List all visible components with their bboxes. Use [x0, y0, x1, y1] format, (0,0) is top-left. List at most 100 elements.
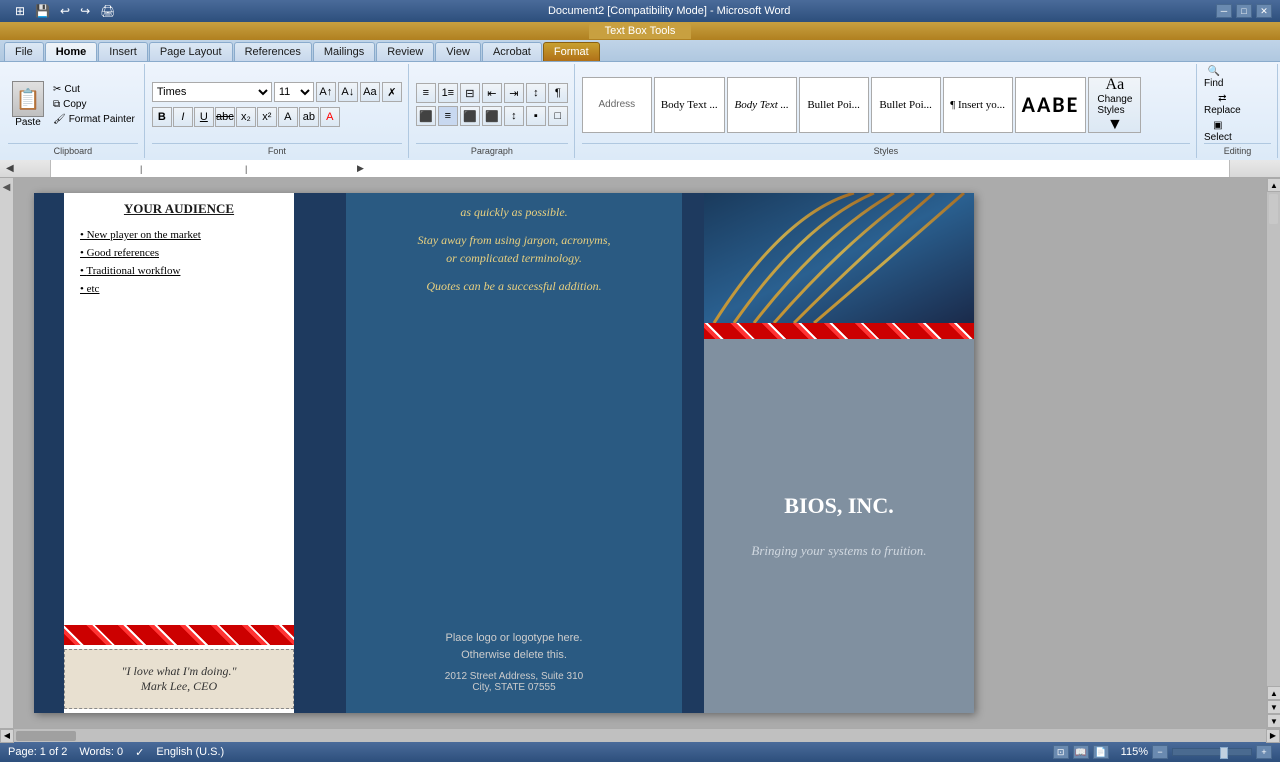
borders-btn[interactable]: □ — [548, 106, 568, 126]
sort-btn[interactable]: ↕ — [526, 83, 546, 103]
zoom-in-btn[interactable]: + — [1256, 745, 1272, 759]
ribbon-tabs[interactable]: File Home Insert Page Layout References … — [0, 40, 1280, 61]
strikethrough-btn[interactable]: abc — [215, 107, 235, 127]
bullet-3: • Traditional workflow — [72, 265, 286, 277]
minimize-btn[interactable]: ─ — [1216, 4, 1232, 18]
copy-button[interactable]: ⧉ Copy — [50, 98, 138, 111]
context-tab-label: Text Box Tools — [589, 23, 692, 39]
italic-btn[interactable]: I — [173, 107, 193, 127]
bullets-btn[interactable]: ≡ — [416, 83, 436, 103]
text-effect-btn[interactable]: A — [278, 107, 298, 127]
maximize-btn[interactable]: □ — [1236, 4, 1252, 18]
superscript-btn[interactable]: x² — [257, 107, 277, 127]
numbering-btn[interactable]: 1≡ — [438, 83, 458, 103]
increase-indent-btn[interactable]: ⇥ — [504, 83, 524, 103]
quote-box[interactable]: "I love what I'm doing."Mark Lee, CEO — [64, 649, 294, 709]
scroll-up-btn[interactable]: ▲ — [1267, 178, 1280, 192]
font-size-select[interactable]: 11 — [274, 82, 314, 102]
tab-mailings[interactable]: Mailings — [313, 42, 375, 61]
context-tab-bar: Text Box Tools — [0, 22, 1280, 40]
change-styles-button[interactable]: Aa ChangeStyles ▼ — [1088, 77, 1141, 133]
clipboard-group-label: Clipboard — [8, 143, 138, 156]
style-bullet-poi-1[interactable]: Bullet Poi... — [799, 77, 869, 133]
style-body-text-1[interactable]: Body Text ... — [654, 77, 725, 133]
address-text: 2012 Street Address, Suite 310 City, STA… — [372, 671, 656, 693]
close-btn[interactable]: ✕ — [1256, 4, 1272, 18]
align-right-btn[interactable]: ⬛ — [460, 106, 480, 126]
decrease-indent-btn[interactable]: ⇤ — [482, 83, 502, 103]
h-scroll-thumb[interactable] — [16, 731, 76, 741]
panel-middle-stripe-left — [324, 193, 346, 713]
status-left: Page: 1 of 2 Words: 0 ✓ English (U.S.) — [8, 746, 224, 759]
scroll-left-btn[interactable]: ◀ — [0, 729, 14, 743]
scroll-thumb-top[interactable] — [1269, 194, 1278, 224]
scroll-page-up-btn[interactable]: ▲ — [1267, 686, 1280, 700]
font-group-label: Font — [152, 143, 402, 156]
save-btn[interactable]: 💾 — [32, 3, 53, 19]
find-button[interactable]: 🔍 Find — [1204, 66, 1223, 89]
undo-btn[interactable]: ↩ — [57, 3, 73, 19]
vertical-scrollbar[interactable]: ▲ ▲ ▼ ▼ — [1266, 178, 1280, 728]
zoom-out-btn[interactable]: − — [1152, 745, 1168, 759]
font-color-btn[interactable]: A — [320, 107, 340, 127]
panel-right-gray: BIOS, INC. Bringing your systems to frui… — [704, 339, 974, 713]
language: English (U.S.) — [156, 746, 224, 759]
font-name-select[interactable]: Times — [152, 82, 272, 102]
style-insert[interactable]: ¶ Insert yo... — [943, 77, 1013, 133]
status-right: ⊡ 📖 📄 115% − + — [1053, 745, 1272, 759]
scroll-page-down-btn[interactable]: ▼ — [1267, 700, 1280, 714]
bold-btn[interactable]: B — [152, 107, 172, 127]
view-reading-btn[interactable]: 📖 — [1073, 745, 1089, 759]
redo-btn[interactable]: ↪ — [77, 3, 93, 19]
tab-acrobat[interactable]: Acrobat — [482, 42, 542, 61]
tab-file[interactable]: File — [4, 42, 44, 61]
horizontal-scrollbar[interactable]: ◀ ▶ — [0, 728, 1280, 742]
tab-view[interactable]: View — [435, 42, 481, 61]
tab-review[interactable]: Review — [376, 42, 434, 61]
style-aabe[interactable]: AABE — [1015, 77, 1087, 133]
shading-btn[interactable]: ▪ — [526, 106, 546, 126]
tab-insert[interactable]: Insert — [98, 42, 148, 61]
document-wrapper: ◀ YOUR AUDIENCE • New player on the mark… — [0, 178, 1280, 742]
cut-button[interactable]: ✂ Cut — [50, 83, 138, 96]
grow-font-btn[interactable]: A↑ — [316, 82, 336, 102]
paste-button[interactable]: 📋 Paste — [8, 79, 48, 130]
scroll-right-btn[interactable]: ▶ — [1266, 729, 1280, 743]
tab-home[interactable]: Home — [45, 42, 98, 61]
style-body-text-2[interactable]: Body Text ... — [727, 77, 797, 133]
zoom-thumb[interactable] — [1220, 747, 1228, 759]
shrink-font-btn[interactable]: A↓ — [338, 82, 358, 102]
ruler-left-marker: ◀ — [6, 163, 14, 174]
zoom-level: 115% — [1121, 746, 1148, 758]
page-info: Page: 1 of 2 — [8, 746, 67, 759]
scroll-down-btn[interactable]: ▼ — [1267, 714, 1280, 728]
office-logo[interactable]: ⊞ — [12, 3, 28, 19]
text-highlight-btn[interactable]: ab — [299, 107, 319, 127]
multilevel-list-btn[interactable]: ⊟ — [460, 83, 480, 103]
style-bullet-poi-2[interactable]: Bullet Poi... — [871, 77, 941, 133]
zoom-slider[interactable] — [1172, 748, 1252, 756]
justify-btn[interactable]: ⬛ — [482, 106, 502, 126]
replace-button[interactable]: ⇄ Replace — [1204, 93, 1241, 116]
print-btn[interactable]: 🖨 — [97, 3, 118, 19]
view-layout-btn[interactable]: 📄 — [1093, 745, 1109, 759]
show-formatting-btn[interactable]: ¶ — [548, 83, 568, 103]
subscript-btn[interactable]: x₂ — [236, 107, 256, 127]
format-painter-button[interactable]: 🖌 Format Painter — [50, 113, 138, 126]
align-center-btn[interactable]: ≡ — [438, 106, 458, 126]
line-spacing-btn[interactable]: ↕ — [504, 106, 524, 126]
ruler: ◀ | | ▶ — [0, 160, 1280, 178]
clear-formatting-btn[interactable]: ✗ — [382, 82, 402, 102]
clipboard-small-btns: ✂ Cut ⧉ Copy 🖌 Format Painter — [50, 83, 138, 126]
tab-references[interactable]: References — [234, 42, 312, 61]
view-normal-btn[interactable]: ⊡ — [1053, 745, 1069, 759]
style-address[interactable]: Address — [582, 77, 652, 133]
change-case-btn[interactable]: Aa — [360, 82, 380, 102]
select-button[interactable]: ▣ Select — [1204, 120, 1232, 143]
quick-access-toolbar[interactable]: ⊞ 💾 ↩ ↪ 🖨 — [8, 0, 122, 22]
tab-page-layout[interactable]: Page Layout — [149, 42, 233, 61]
underline-btn[interactable]: U — [194, 107, 214, 127]
tab-format[interactable]: Format — [543, 42, 600, 61]
align-left-btn[interactable]: ⬛ — [416, 106, 436, 126]
window-controls[interactable]: ─ □ ✕ — [1216, 4, 1272, 18]
